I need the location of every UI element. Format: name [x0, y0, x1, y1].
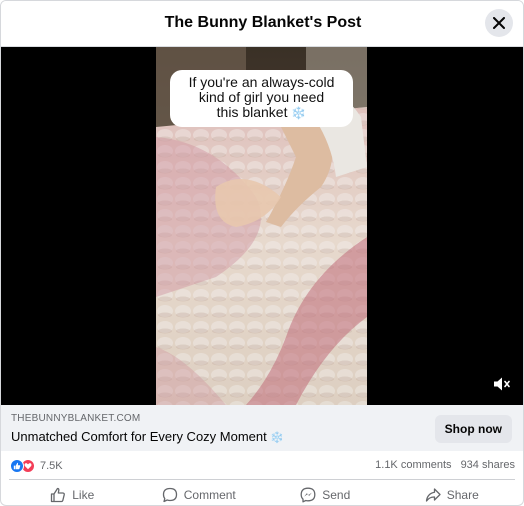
shares-count[interactable]: 934 shares: [461, 459, 515, 471]
share-label: Share: [446, 487, 479, 502]
comment-bubble-icon: [162, 487, 177, 502]
like-label: Like: [72, 487, 95, 502]
ad-domain: THEBUNNYBLANKET.COM: [11, 413, 141, 424]
comment-label: Comment: [183, 487, 236, 502]
send-label: Send: [322, 487, 351, 502]
caption-line-3: this blanket: [216, 104, 288, 120]
ad-link-bar[interactable]: THEBUNNYBLANKET.COM Unmatched Comfort fo…: [1, 405, 523, 451]
comments-count[interactable]: 1.1K comments: [375, 459, 451, 471]
dialog-header: The Bunny Blanket's Post: [1, 1, 523, 47]
stats-right: 1.1K comments 934 shares: [375, 459, 515, 471]
reaction-count: 7.5K: [40, 460, 63, 472]
speaker-muted-icon: [494, 377, 510, 391]
caption-line-1: If you're an always-cold: [188, 74, 335, 90]
snowflake-icon: ❄️: [270, 432, 285, 444]
caption-line-3-wrap: this blanket ❄️: [176, 105, 347, 121]
shop-now-button[interactable]: Shop now: [434, 415, 512, 443]
ad-headline: Unmatched Comfort for Every Cozy Moment: [11, 429, 267, 444]
post-dialog: The Bunny Blanket's Post If you're an al…: [0, 0, 524, 506]
video-caption: If you're an always-cold kind of girl yo…: [170, 70, 353, 127]
engagement-stats: 7.5K 1.1K comments 934 shares: [1, 451, 523, 479]
ad-headline-wrap: Unmatched Comfort for Every Cozy Moment …: [11, 429, 284, 444]
mute-button[interactable]: [491, 373, 513, 395]
messenger-icon: [300, 487, 316, 502]
close-button[interactable]: [485, 9, 513, 37]
snowflake-icon: ❄️: [291, 106, 307, 120]
close-icon: [493, 17, 505, 29]
comment-button[interactable]: Comment: [136, 480, 263, 505]
reactions-summary[interactable]: 7.5K: [10, 459, 63, 473]
like-reaction-icon: [10, 459, 24, 473]
like-button[interactable]: Like: [9, 480, 136, 505]
thumbs-up-icon: [51, 487, 66, 502]
action-bar: Like Comment Send Share: [9, 479, 516, 505]
send-button[interactable]: Send: [262, 480, 389, 505]
share-arrow-icon: [425, 487, 441, 502]
caption-line-2: kind of girl you need: [198, 89, 325, 105]
dialog-title: The Bunny Blanket's Post: [164, 14, 362, 31]
video-player[interactable]: If you're an always-cold kind of girl yo…: [1, 47, 523, 405]
share-button[interactable]: Share: [389, 480, 516, 505]
